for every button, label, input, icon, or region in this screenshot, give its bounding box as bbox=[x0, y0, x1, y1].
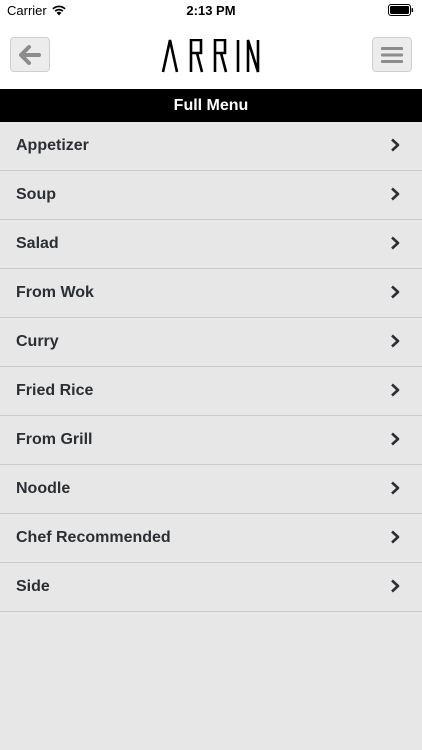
menu-item-fried-rice[interactable]: Fried Rice bbox=[0, 367, 422, 416]
menu-item-label: Soup bbox=[16, 186, 56, 203]
menu-item-chef-recommended[interactable]: Chef Recommended bbox=[0, 514, 422, 563]
menu-item-curry[interactable]: Curry bbox=[0, 318, 422, 367]
menu-item-appetizer[interactable]: Appetizer bbox=[0, 122, 422, 171]
menu-item-noodle[interactable]: Noodle bbox=[0, 465, 422, 514]
page-title: Full Menu bbox=[0, 89, 422, 122]
menu-button[interactable] bbox=[372, 37, 412, 72]
menu-item-label: Curry bbox=[16, 333, 59, 350]
brand-logo: ARRIN bbox=[0, 36, 422, 76]
menu-item-from-grill[interactable]: From Grill bbox=[0, 416, 422, 465]
menu-item-label: Side bbox=[16, 578, 50, 595]
chevron-right-icon bbox=[391, 383, 400, 397]
menu-item-label: From Grill bbox=[16, 431, 93, 448]
chevron-right-icon bbox=[391, 579, 400, 593]
hamburger-icon bbox=[381, 46, 403, 63]
chevron-right-icon bbox=[391, 334, 400, 348]
menu-list: Appetizer Soup Salad From Wok Curry Frie… bbox=[0, 122, 422, 612]
menu-item-label: Noodle bbox=[16, 480, 71, 497]
chevron-right-icon bbox=[391, 530, 400, 544]
chevron-right-icon bbox=[391, 187, 400, 201]
app-header: ARRIN bbox=[0, 21, 422, 89]
battery-icon bbox=[388, 4, 414, 16]
menu-item-soup[interactable]: Soup bbox=[0, 171, 422, 220]
menu-item-label: Appetizer bbox=[16, 137, 89, 154]
status-time: 2:13 PM bbox=[186, 3, 236, 18]
status-bar: Carrier 2:13 PM bbox=[0, 0, 422, 21]
chevron-right-icon bbox=[391, 432, 400, 446]
chevron-right-icon bbox=[391, 481, 400, 495]
menu-item-label: Salad bbox=[16, 235, 59, 252]
chevron-right-icon bbox=[391, 138, 400, 152]
chevron-right-icon bbox=[391, 285, 400, 299]
menu-item-from-wok[interactable]: From Wok bbox=[0, 269, 422, 318]
menu-item-salad[interactable]: Salad bbox=[0, 220, 422, 269]
menu-item-label: Chef Recommended bbox=[16, 529, 171, 546]
menu-item-label: From Wok bbox=[16, 284, 94, 301]
chevron-right-icon bbox=[391, 236, 400, 250]
menu-item-label: Fried Rice bbox=[16, 382, 94, 399]
menu-item-side[interactable]: Side bbox=[0, 563, 422, 612]
